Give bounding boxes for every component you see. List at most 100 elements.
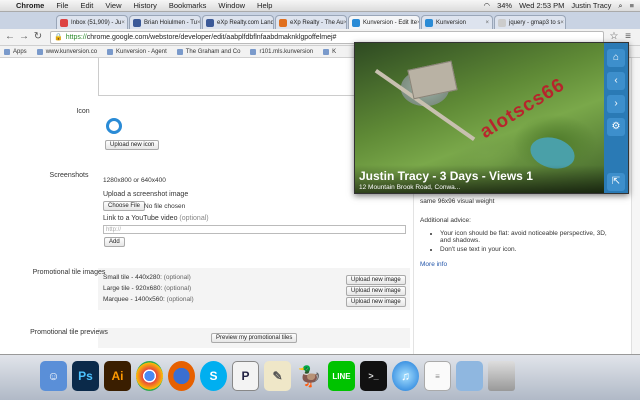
page-icon <box>323 48 330 55</box>
listing-address: 12 Mountain Brook Road, Conwa... <box>359 184 461 191</box>
close-icon[interactable]: × <box>197 20 200 26</box>
bookmark-mls[interactable]: r101.mls.kunversion <box>250 48 313 55</box>
kunversion-app-icon <box>106 118 122 134</box>
illustrator-icon[interactable]: Ai <box>104 361 131 391</box>
menubar-status-area: ◠ 34% Wed 2:53 PM Justin Tracy ⌕ ≡ <box>484 1 634 11</box>
finder-icon[interactable]: ☺ <box>40 361 67 391</box>
battery-percent[interactable]: 34% <box>497 1 512 10</box>
list-icon[interactable]: ≡ <box>630 1 634 10</box>
promo-previews-label: Promotional tile previews <box>30 329 108 336</box>
adium-icon[interactable]: 🦆 <box>296 361 323 391</box>
page-scrollbar[interactable] <box>631 58 640 354</box>
youtube-link-label: Link to a YouTube video (optional) <box>103 215 209 222</box>
home-icon[interactable]: ⌂ <box>607 49 625 67</box>
spotlight-icon[interactable]: ⌕ <box>618 1 622 11</box>
listing-caption: Justin Tracy - 3 Days - Views 1 12 Mount… <box>355 165 606 193</box>
upload-screenshot-label: Upload a screenshot image <box>103 191 189 198</box>
menu-file[interactable]: File <box>56 1 68 10</box>
no-file-text: No file chosen <box>144 203 186 210</box>
gmail-icon <box>60 18 68 27</box>
house-roof <box>407 60 458 100</box>
menu-chrome[interactable]: Chrome <box>16 1 44 10</box>
upload-marquee-button[interactable]: Upload new image <box>346 297 406 307</box>
icon-section-label: Icon <box>76 108 90 115</box>
tab-exp-realty[interactable]: eXp Realty - The Au × <box>275 15 347 29</box>
close-icon[interactable]: × <box>485 20 489 26</box>
folder-icon[interactable] <box>456 361 483 391</box>
tab-facebook-2[interactable]: eXp Realty.com Land× <box>202 15 274 29</box>
listing-popup: alotscs66 Justin Tracy - 3 Days - Views … <box>354 42 629 194</box>
trash-icon[interactable] <box>488 361 515 391</box>
bookmark-kunversion-site[interactable]: www.kunversion.co <box>36 48 97 55</box>
upload-large-tile-button[interactable]: Upload new image <box>346 286 406 296</box>
tab-facebook[interactable]: Brian Hoiulmen - Tu × <box>129 15 201 29</box>
facebook-icon <box>206 18 214 27</box>
icon-advice-panel: same 96x96 visual weight Additional advi… <box>420 198 610 268</box>
browser-tab-strip: Inbox (51,909) - Ju × Brian Hoiulmen - Tu… <box>0 12 640 29</box>
user-name[interactable]: Justin Tracy <box>571 1 611 10</box>
bookmark-graham[interactable]: The Graham and Co <box>176 48 240 55</box>
exp-icon <box>279 18 287 27</box>
bookmark-kunversion-agent[interactable]: Kunversion - Agent <box>107 48 167 55</box>
menu-edit[interactable]: Edit <box>80 1 93 10</box>
upload-small-tile-button[interactable]: Upload new image <box>346 275 406 285</box>
chevron-left-icon[interactable]: ‹ <box>607 72 625 90</box>
tab-kunversion[interactable]: Kunversion × <box>421 15 493 29</box>
clock[interactable]: Wed 2:53 PM <box>519 1 564 10</box>
page-icon <box>176 48 183 55</box>
large-tile-label: Large tile - 920x680: (optional) <box>103 285 192 292</box>
apps-icon <box>4 48 10 55</box>
photo-watermark: alotscs66 <box>476 74 569 143</box>
facebook-icon <box>133 18 141 27</box>
chrome-icon[interactable] <box>136 361 163 391</box>
close-icon[interactable]: × <box>344 20 346 26</box>
screenshots-section-label: Screenshots <box>49 172 89 179</box>
choose-file-button[interactable]: Choose File <box>103 201 146 211</box>
photoshop-icon[interactable]: Ps <box>72 361 99 391</box>
chevron-right-icon[interactable]: › <box>607 95 625 113</box>
close-icon[interactable]: × <box>417 20 419 26</box>
promo-tiles-label: Promotional tile images <box>32 269 106 276</box>
more-info-link[interactable]: More info <box>420 261 610 268</box>
menu-help[interactable]: Help <box>257 1 272 10</box>
bookmark-apps[interactable]: Apps <box>4 48 27 55</box>
youtube-url-input[interactable]: http:// <box>103 225 406 234</box>
upload-icon-button[interactable]: Upload new icon <box>105 140 160 150</box>
reload-button[interactable]: ↻ <box>32 31 44 43</box>
menu-bookmarks[interactable]: Bookmarks <box>169 1 207 10</box>
add-video-button[interactable]: Add <box>104 237 125 247</box>
back-button[interactable]: ← <box>4 31 16 43</box>
advice-list: Your icon should be flat: avoid noticeab… <box>420 230 610 253</box>
tab-kunversion-edit[interactable]: Kunversion - Edit Ite× <box>348 15 420 29</box>
popup-controls: ⌂ ‹ › ⚙ ⇱ <box>604 43 628 193</box>
tab-gmail[interactable]: Inbox (51,909) - Ju × <box>56 15 128 29</box>
macos-menubar: Chrome File Edit View History Bookmarks … <box>0 0 640 12</box>
close-icon[interactable]: × <box>560 20 564 26</box>
skype-icon[interactable]: S <box>200 361 227 391</box>
preview-tiles-button[interactable]: Preview my promotional tiles <box>211 333 298 343</box>
external-link-icon[interactable]: ⇱ <box>607 173 625 191</box>
advice-title: Additional advice: <box>420 217 471 224</box>
page-icon <box>107 48 114 55</box>
itunes-icon[interactable]: ♫ <box>392 361 419 391</box>
menu-window[interactable]: Window <box>218 1 245 10</box>
weight-text: same 96x96 visual weight <box>420 198 495 205</box>
gear-icon[interactable]: ⚙ <box>607 118 625 136</box>
firefox-icon[interactable] <box>168 361 195 391</box>
line-icon[interactable]: LINE <box>328 361 355 391</box>
forward-button[interactable]: → <box>18 31 30 43</box>
macos-dock: ☺ Ps Ai S P ✎ 🦆 LINE >_ ♫ ≡ <box>0 354 640 400</box>
close-icon[interactable]: × <box>121 20 125 26</box>
wifi-icon[interactable]: ◠ <box>484 1 491 10</box>
menu-history[interactable]: History <box>134 1 157 10</box>
stackoverflow-icon <box>498 18 506 27</box>
page-icon <box>250 48 257 55</box>
document-icon[interactable]: ≡ <box>424 361 451 391</box>
screenshot-size-text: 1280x800 or 640x400 <box>103 177 166 184</box>
tab-jquery[interactable]: jquery - gmap3 to s × <box>494 15 566 29</box>
pandora-icon[interactable]: P <box>232 361 259 391</box>
menu-view[interactable]: View <box>105 1 121 10</box>
terminal-icon[interactable]: >_ <box>360 361 387 391</box>
nosy-icon[interactable]: ✎ <box>264 361 291 391</box>
bookmark-k[interactable]: K <box>323 48 336 55</box>
